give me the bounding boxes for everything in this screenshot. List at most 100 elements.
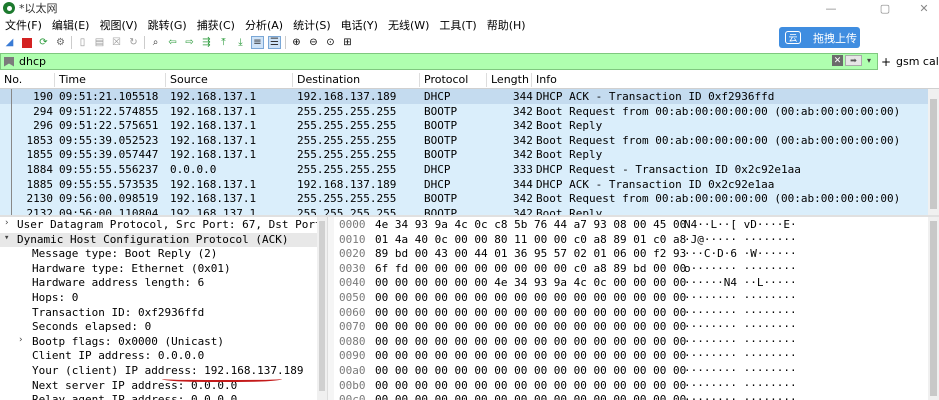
hex-line[interactable]: 00a0 00 00 00 00 00 00 00 00 00 00 00 00 … (334, 364, 926, 379)
clear-filter-icon[interactable]: ✕ (832, 55, 843, 66)
column-divider[interactable] (292, 73, 293, 87)
detail-line[interactable]: Hops: 0 (0, 291, 317, 306)
menu-statistics[interactable]: 统计(S) (288, 17, 336, 33)
column-source[interactable]: Source (170, 73, 208, 86)
hex-line[interactable]: 0050 00 00 00 00 00 00 00 00 00 00 00 00 … (334, 291, 926, 306)
menu-tools[interactable]: 工具(T) (434, 17, 481, 33)
go-first-icon[interactable]: ⤒ (217, 36, 230, 49)
packet-row[interactable]: 2132 09:56:00.110804 192.168.137.1 255.255.… (0, 205, 928, 215)
packet-row[interactable]: 1884 09:55:55.556237 0.0.0.0 255.255.255.25… (0, 162, 928, 177)
apply-filter-icon[interactable]: ➡ (845, 55, 862, 66)
zoom-reset-icon[interactable]: ⊙ (324, 36, 337, 49)
reload-file-icon[interactable]: ↻ (127, 36, 140, 49)
packet-row[interactable]: 1853 09:55:39.052523 192.168.137.1 255.255.… (0, 132, 928, 148)
open-file-icon[interactable]: ▯ (76, 36, 89, 49)
detail-line[interactable]: Transaction ID: 0xf2936ffd (0, 306, 317, 321)
detail-line[interactable]: Client IP address: 0.0.0.0 (0, 349, 317, 364)
display-filter-input[interactable]: dhcp (0, 53, 878, 70)
packet-row[interactable]: 294 09:51:22.574855 192.168.137.1 255.255.2… (0, 103, 928, 119)
menu-edit[interactable]: 编辑(E) (47, 17, 95, 33)
hex-line[interactable]: 0000 4e 34 93 9a 4c 0c c8 5b 76 44 a7 93 … (334, 218, 926, 233)
autoscroll-icon[interactable]: ≡ (251, 36, 264, 49)
colorize-icon[interactable]: ☰ (268, 36, 281, 49)
packet-row[interactable]: 296 09:51:22.575651 192.168.137.1 255.255.2… (0, 118, 928, 134)
packet-row[interactable]: 1855 09:55:39.057447 192.168.137.1 255.255.… (0, 147, 928, 163)
close-file-icon[interactable]: ☒ (110, 36, 123, 49)
column-divider[interactable] (531, 73, 532, 87)
menu-help[interactable]: 帮助(H) (482, 17, 531, 33)
detail-line[interactable]: ▾ Dynamic Host Configuration Protocol (AC… (0, 232, 317, 248)
maximize-icon[interactable]: ▢ (870, 0, 900, 16)
bookmark-icon[interactable] (4, 56, 14, 67)
packet-row[interactable]: 190 09:51:21.105518 192.168.137.1 192.168.1… (0, 89, 928, 104)
hex-line[interactable]: 0040 00 00 00 00 00 00 4e 34 93 9a 4c 0c … (334, 276, 926, 291)
add-filter-button-icon[interactable]: + (880, 53, 892, 70)
hex-line[interactable]: 0080 00 00 00 00 00 00 00 00 00 00 00 00 … (334, 335, 926, 350)
filter-button-gsm-call[interactable]: gsm call (896, 53, 939, 70)
resize-columns-icon[interactable]: ⊞ (341, 36, 354, 49)
column-divider[interactable] (165, 73, 166, 87)
find-packet-icon[interactable]: ⌕ (149, 36, 162, 49)
packet-list[interactable]: 190 09:51:21.105518 192.168.137.1 192.168.1… (0, 89, 928, 215)
column-destination[interactable]: Destination (297, 73, 360, 86)
hex-line[interactable]: 00c0 00 00 00 00 00 00 00 00 00 00 00 00 … (334, 393, 926, 400)
bytes-scrollbar[interactable] (928, 217, 939, 400)
menu-view[interactable]: 视图(V) (94, 17, 142, 33)
packet-details-tree[interactable]: › User Datagram Protocol, Src Port: 67, D… (0, 217, 327, 400)
pane-splitter[interactable] (327, 217, 334, 400)
shark-fin-start-icon[interactable]: ◢ (3, 36, 16, 49)
hex-line[interactable]: 0010 01 4a 40 0c 00 00 80 11 00 00 c0 a8 … (334, 233, 926, 248)
save-file-icon[interactable]: ▤ (93, 36, 106, 49)
column-protocol[interactable]: Protocol (424, 73, 468, 86)
detail-line[interactable]: › User Datagram Protocol, Src Port: 67, D… (0, 218, 327, 233)
detail-line[interactable]: Seconds elapsed: 0 (0, 320, 317, 335)
details-scrollbar[interactable] (317, 217, 327, 400)
filter-history-dropdown-icon[interactable]: ▾ (864, 55, 874, 66)
menu-go[interactable]: 跳转(G) (143, 17, 192, 33)
hex-line[interactable]: 0070 00 00 00 00 00 00 00 00 00 00 00 00 … (334, 320, 926, 335)
restart-capture-icon[interactable]: ⟳ (37, 36, 50, 49)
hex-line[interactable]: 0020 89 bd 00 43 00 44 01 36 95 57 02 01 … (334, 247, 926, 262)
zoom-out-icon[interactable]: ⊖ (307, 36, 320, 49)
go-to-packet-icon[interactable]: ⇶ (200, 36, 213, 49)
detail-line[interactable]: Relay agent IP address: 0.0.0.0 (0, 393, 317, 400)
column-divider[interactable] (54, 73, 55, 87)
column-no[interactable]: No. (4, 73, 22, 86)
menu-wireless[interactable]: 无线(W) (383, 17, 434, 33)
hex-line[interactable]: 0090 00 00 00 00 00 00 00 00 00 00 00 00 … (334, 349, 926, 364)
go-forward-icon[interactable]: ⇨ (183, 36, 196, 49)
zoom-in-icon[interactable]: ⊕ (290, 36, 303, 49)
column-time[interactable]: Time (59, 73, 86, 86)
collapsed-arrow-icon[interactable]: › (4, 218, 14, 228)
detail-line[interactable]: Hardware address length: 6 (0, 276, 317, 291)
detail-line[interactable]: Message type: Boot Reply (2) (0, 247, 317, 262)
column-info[interactable]: Info (536, 73, 557, 86)
capture-options-icon[interactable]: ⚙ (54, 36, 67, 49)
collapsed-arrow-icon[interactable]: › (18, 335, 28, 345)
detail-line[interactable]: › Bootp flags: 0x0000 (Unicast) (0, 335, 317, 350)
stop-capture-icon[interactable] (20, 36, 33, 49)
scrollbar-thumb[interactable] (930, 221, 937, 396)
go-back-icon[interactable]: ⇦ (166, 36, 179, 49)
column-divider[interactable] (486, 73, 487, 87)
packet-row[interactable]: 1885 09:55:55.573535 192.168.137.1 192.168.… (0, 176, 928, 192)
scrollbar-thumb[interactable] (930, 99, 937, 209)
hex-line[interactable]: 00b0 00 00 00 00 00 00 00 00 00 00 00 00 … (334, 379, 926, 394)
packet-bytes-pane[interactable]: 0000 4e 34 93 9a 4c 0c c8 5b 76 44 a7 93 … (334, 217, 926, 400)
packet-row[interactable]: 2130 09:56:00.098519 192.168.137.1 255.255.… (0, 191, 928, 207)
filter-text[interactable]: dhcp (19, 55, 46, 68)
go-last-icon[interactable]: ⤓ (234, 36, 247, 49)
expanded-arrow-icon[interactable]: ▾ (4, 233, 14, 243)
upload-button[interactable]: 云 拖拽上传 (779, 27, 860, 48)
menu-file[interactable]: 文件(F) (0, 17, 47, 33)
scrollbar-thumb[interactable] (319, 221, 325, 391)
minimize-icon[interactable]: — (816, 0, 846, 16)
column-length[interactable]: Length (491, 73, 529, 86)
column-divider[interactable] (419, 73, 420, 87)
hex-line[interactable]: 0030 6f fd 00 00 00 00 00 00 00 00 c0 a8 … (334, 262, 926, 277)
menu-telephony[interactable]: 电话(Y) (336, 17, 383, 33)
menu-capture[interactable]: 捕获(C) (192, 17, 240, 33)
close-icon[interactable]: ✕ (909, 0, 939, 16)
packet-list-scrollbar[interactable] (928, 89, 939, 215)
menu-analyze[interactable]: 分析(A) (240, 17, 288, 33)
